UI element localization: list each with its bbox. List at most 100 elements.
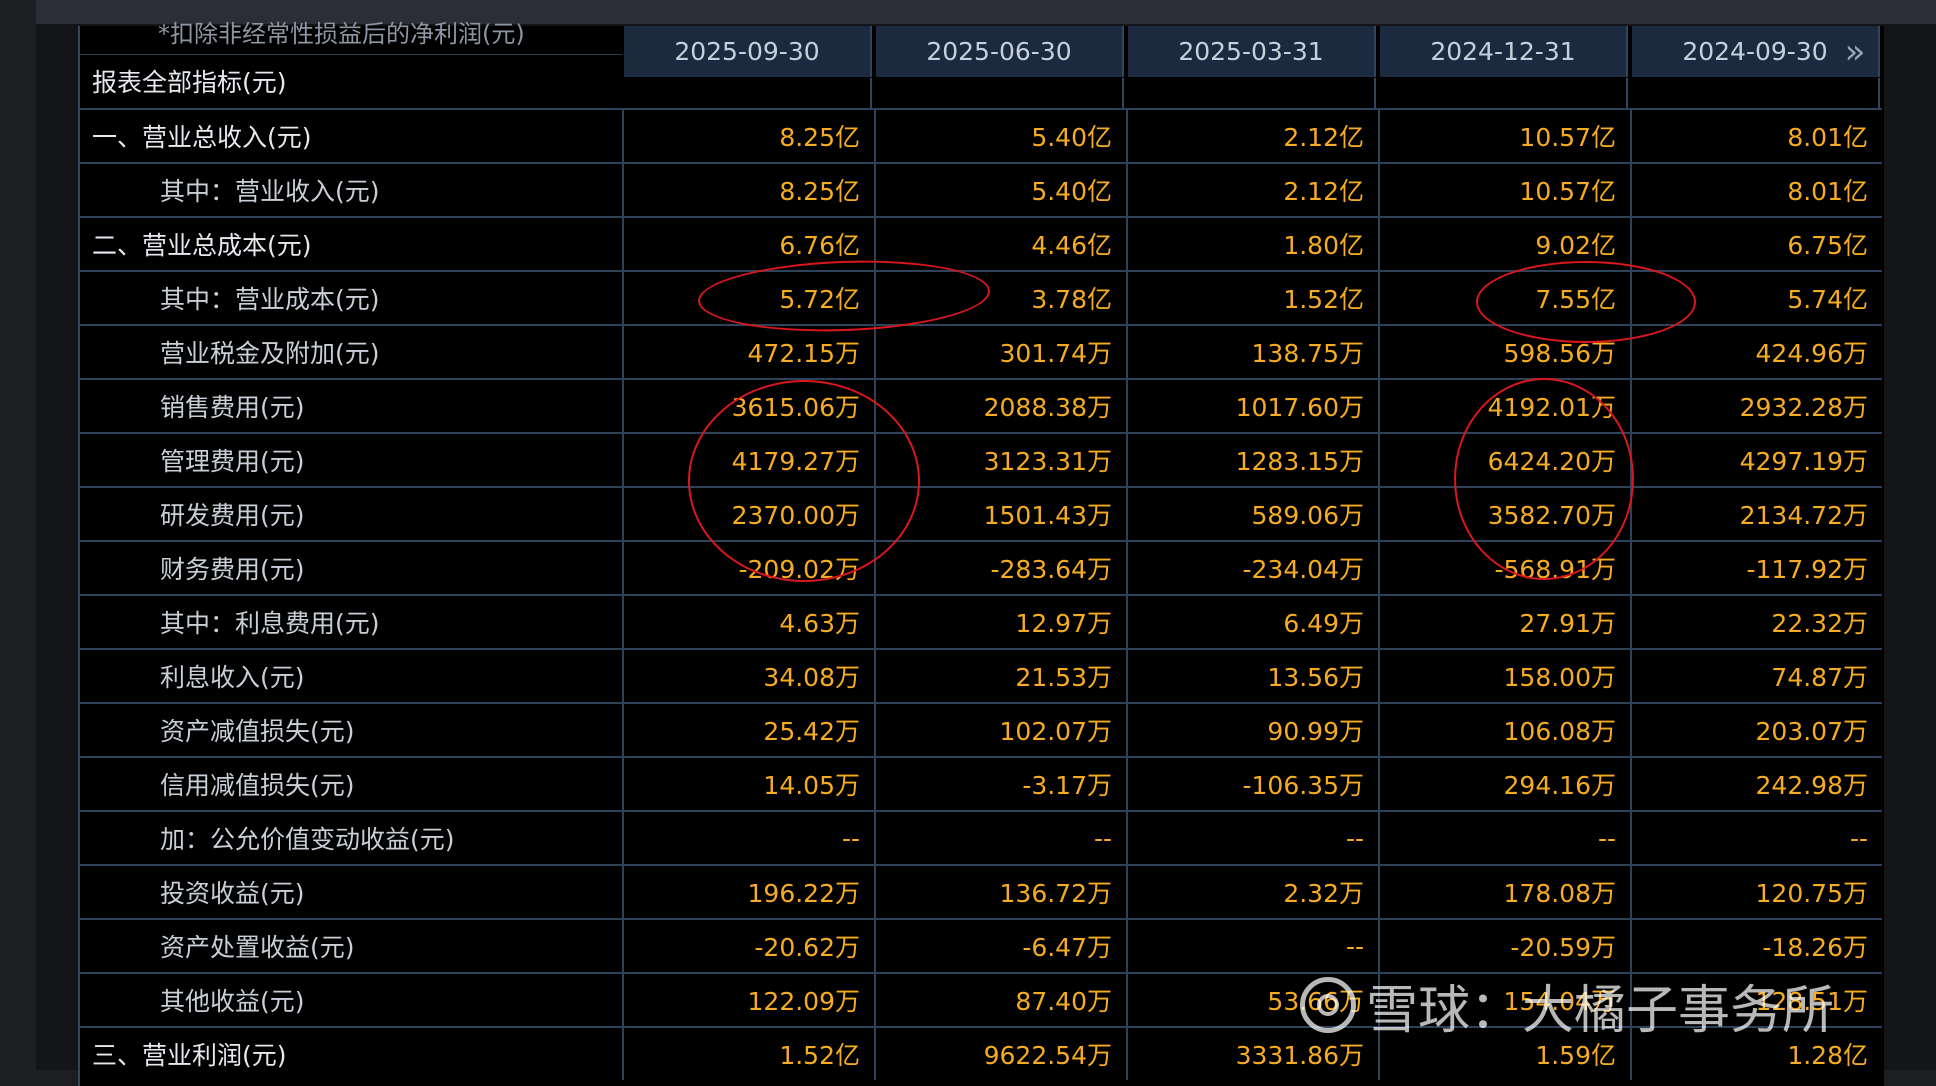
table-cell: 1.80亿 — [1126, 218, 1376, 270]
period-header-spacer — [1632, 78, 1880, 108]
table-cell: 424.96万 — [1630, 326, 1880, 378]
row-label: 二、营业总成本(元) — [92, 231, 312, 260]
table-row[interactable]: 财务费用(元) -209.02万 -283.64万 -234.04万 -568.91万 -… — [80, 540, 1882, 594]
table-cell: 106.08万 — [1378, 704, 1628, 756]
table-cell: 74.87万 — [1630, 650, 1880, 702]
table-cell: 8.01亿 — [1630, 110, 1880, 162]
table-row[interactable]: 其中：营业成本(元) 5.72亿 3.78亿 1.52亿 7.55亿 5.74亿 — [80, 270, 1882, 324]
table-title: 报表全部指标(元) — [80, 54, 622, 107]
table-cell: 158.00万 — [1378, 650, 1628, 702]
table-cell: -20.62万 — [622, 920, 872, 972]
table-cell: 196.22万 — [622, 866, 872, 918]
table-cell: 136.72万 — [874, 866, 1124, 918]
table-row[interactable]: 营业税金及附加(元) 472.15万 301.74万 138.75万 598.56万 42… — [80, 324, 1882, 378]
table-cell: 2088.38万 — [874, 380, 1124, 432]
row-label: 三、营业利润(元) — [92, 1041, 287, 1070]
row-label: 其中：营业成本(元) — [160, 285, 380, 314]
table-cell: 6.76亿 — [622, 218, 872, 270]
period-header[interactable]: 2025-09-30 — [624, 26, 872, 77]
table-row[interactable]: 一、营业总收入(元) 8.25亿 5.40亿 2.12亿 10.57亿 8.01亿 — [80, 108, 1882, 162]
table-cell: 87.40万 — [874, 974, 1124, 1026]
table-cell: 6424.20万 — [1378, 434, 1628, 486]
table-cell: 242.98万 — [1630, 758, 1880, 810]
row-label: 利息收入(元) — [160, 663, 305, 692]
table-row[interactable]: 二、营业总成本(元) 6.76亿 4.46亿 1.80亿 9.02亿 6.75亿 — [80, 216, 1882, 270]
table-cell: 9.02亿 — [1378, 218, 1628, 270]
table-cell: 2932.28万 — [1630, 380, 1880, 432]
table-cell: 2.32万 — [1126, 866, 1376, 918]
watermark: 雪球：大橘子事务所 — [1300, 970, 1834, 1041]
table-cell: 472.15万 — [622, 326, 872, 378]
table-cell: 10.57亿 — [1378, 110, 1628, 162]
table-cell: -234.04万 — [1126, 542, 1376, 594]
row-label: 加：公允价值变动收益(元) — [160, 825, 455, 854]
table-cell: 10.57亿 — [1378, 164, 1628, 216]
row-label: 其他收益(元) — [160, 987, 305, 1016]
snowball-logo-icon — [1300, 977, 1356, 1033]
row-label: 管理费用(元) — [160, 447, 305, 476]
table-row[interactable]: 其中：营业收入(元) 8.25亿 5.40亿 2.12亿 10.57亿 8.01亿 — [80, 162, 1882, 216]
row-label: 信用减值损失(元) — [160, 771, 355, 800]
table-row[interactable]: 资产处置收益(元) -20.62万 -6.47万 -- -20.59万 -18.26万 — [80, 918, 1882, 972]
table-cell: 3123.31万 — [874, 434, 1124, 486]
table-cell: -- — [1126, 920, 1376, 972]
table-cell: 21.53万 — [874, 650, 1124, 702]
row-label: 投资收益(元) — [160, 879, 305, 908]
table-cell: 102.07万 — [874, 704, 1124, 756]
table-cell: -3.17万 — [874, 758, 1124, 810]
table-cell: 2370.00万 — [622, 488, 872, 540]
table-cell: 4179.27万 — [622, 434, 872, 486]
row-label: 一、营业总收入(元) — [92, 123, 312, 152]
period-header[interactable]: 2025-03-31 — [1128, 26, 1376, 77]
table-cell: 4.46亿 — [874, 218, 1124, 270]
period-header[interactable]: 2025-06-30 — [876, 26, 1124, 77]
table-cell: 3.78亿 — [874, 272, 1124, 324]
row-label: 资产减值损失(元) — [160, 717, 355, 746]
table-cell: 122.09万 — [622, 974, 872, 1026]
table-cell: 598.56万 — [1378, 326, 1628, 378]
row-label: 财务费用(元) — [160, 555, 305, 584]
row-label: 销售费用(元) — [160, 393, 305, 422]
table-cell: -- — [874, 812, 1124, 864]
table-cell: -- — [1630, 812, 1880, 864]
table-cell: 27.91万 — [1378, 596, 1628, 648]
table-row[interactable]: 加：公允价值变动收益(元) -- -- -- -- -- — [80, 810, 1882, 864]
table-row[interactable]: 销售费用(元) 3615.06万 2088.38万 1017.60万 4192.01万 2… — [80, 378, 1882, 432]
table-cell: 4297.19万 — [1630, 434, 1880, 486]
table-cell: 138.75万 — [1126, 326, 1376, 378]
table-cell: 2.12亿 — [1126, 164, 1376, 216]
table-cell: 8.25亿 — [622, 110, 872, 162]
table-cell: 2.12亿 — [1126, 110, 1376, 162]
table-row[interactable]: 投资收益(元) 196.22万 136.72万 2.32万 178.08万 120.75万 — [80, 864, 1882, 918]
table-cell: 7.55亿 — [1378, 272, 1628, 324]
table-cell: 14.05万 — [622, 758, 872, 810]
period-header-spacer — [1128, 78, 1376, 108]
row-label: 其中：营业收入(元) — [160, 177, 380, 206]
table-cell: -- — [622, 812, 872, 864]
table-cell: 9622.54万 — [874, 1028, 1124, 1080]
table-cell: 1.52亿 — [622, 1028, 872, 1080]
table-row[interactable]: 研发费用(元) 2370.00万 1501.43万 589.06万 3582.70万 21… — [80, 486, 1882, 540]
row-label: 研发费用(元) — [160, 501, 305, 530]
table-row[interactable]: 其中：利息费用(元) 4.63万 12.97万 6.49万 27.91万 22.32万 — [80, 594, 1882, 648]
table-row[interactable]: 资产减值损失(元) 25.42万 102.07万 90.99万 106.08万 203.0… — [80, 702, 1882, 756]
table-cell: -568.91万 — [1378, 542, 1628, 594]
double-chevron-right-icon[interactable]: » — [1838, 34, 1872, 70]
period-header-spacer — [876, 78, 1124, 108]
table-cell: 4192.01万 — [1378, 380, 1628, 432]
table-cell: -- — [1378, 812, 1628, 864]
truncated-row-label: *扣除非经常性损益后的净利润(元) — [158, 20, 525, 48]
table-cell: 6.75亿 — [1630, 218, 1880, 270]
table-row[interactable]: 信用减值损失(元) 14.05万 -3.17万 -106.35万 294.16万 242.… — [80, 756, 1882, 810]
period-header[interactable]: 2024-12-31 — [1380, 26, 1628, 77]
table-cell: 294.16万 — [1378, 758, 1628, 810]
table-cell: 3582.70万 — [1378, 488, 1628, 540]
table-cell: 301.74万 — [874, 326, 1124, 378]
table-row[interactable]: 利息收入(元) 34.08万 21.53万 13.56万 158.00万 74.87万 — [80, 648, 1882, 702]
table-cell: -18.26万 — [1630, 920, 1880, 972]
table-cell: 8.25亿 — [622, 164, 872, 216]
table-cell: 5.74亿 — [1630, 272, 1880, 324]
table-cell: 5.72亿 — [622, 272, 872, 324]
table-cell: -20.59万 — [1378, 920, 1628, 972]
table-row[interactable]: 管理费用(元) 4179.27万 3123.31万 1283.15万 6424.20万 4… — [80, 432, 1882, 486]
